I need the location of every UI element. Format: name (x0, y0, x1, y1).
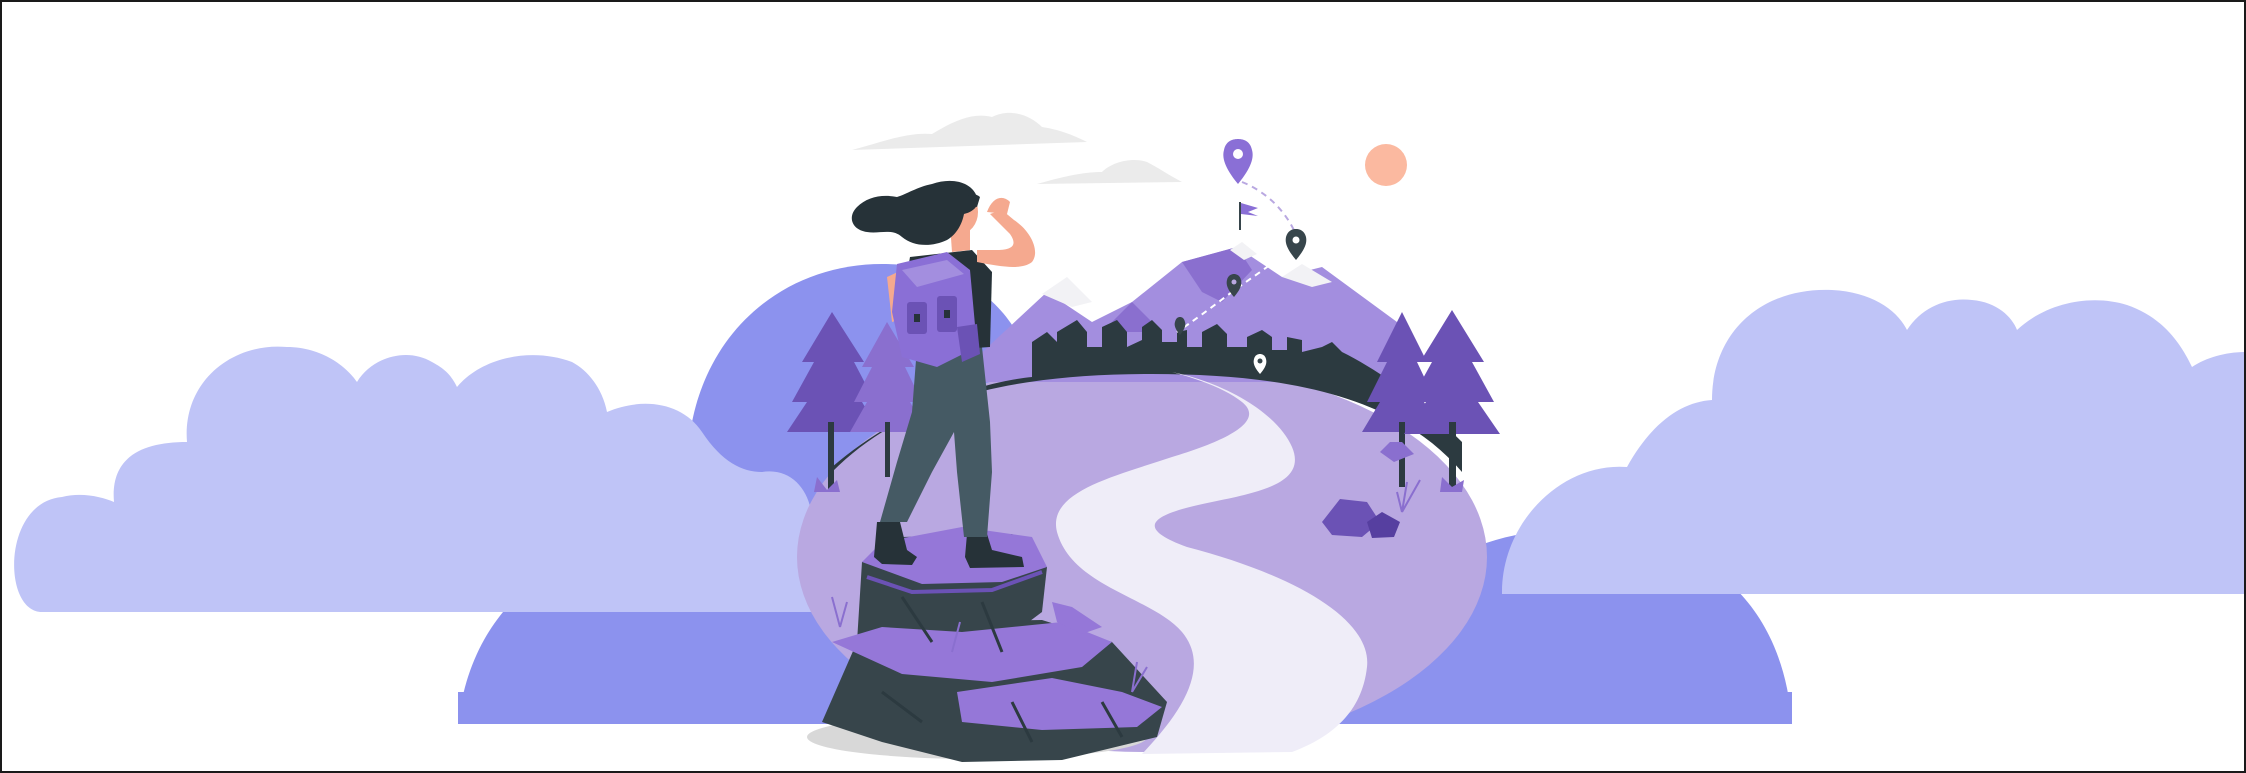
map-pin-icon (1285, 229, 1307, 260)
raised-arm (977, 210, 1036, 267)
hiker-illustration (14, 112, 2244, 762)
backpack (892, 252, 980, 367)
map-pin-icon (1223, 139, 1253, 184)
sun-icon (1365, 144, 1407, 186)
flag-icon (1239, 202, 1258, 230)
sky-clouds (852, 112, 1182, 184)
illustration-frame (0, 0, 2246, 773)
right-cloud (1502, 289, 2244, 594)
left-cloud (14, 346, 813, 612)
